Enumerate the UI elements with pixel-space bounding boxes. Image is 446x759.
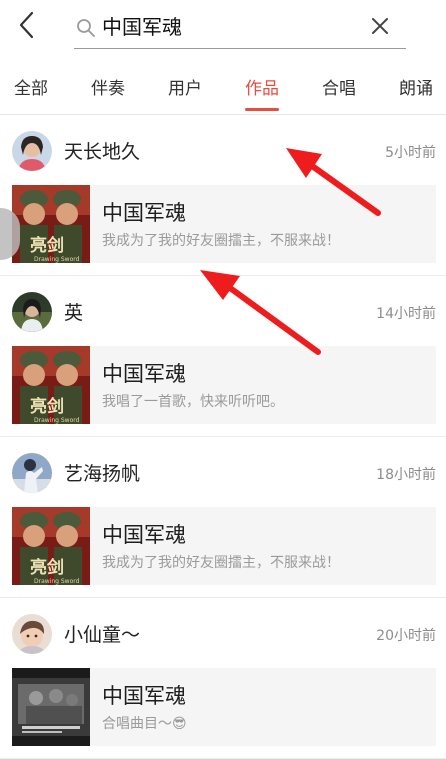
list-item[interactable]: 英 14小时前 亮剑 Drawing Sword 中国军魂 我唱了一首歌，快来听… [0, 276, 446, 437]
close-icon[interactable] [368, 14, 392, 38]
user-name[interactable]: 英 [64, 300, 83, 326]
tab-users[interactable]: 用户 [168, 64, 202, 114]
user-name[interactable]: 天长地久 [64, 139, 140, 165]
song-description: 合唱曲目～😎 [102, 716, 187, 732]
avatar[interactable] [12, 292, 52, 332]
timestamp: 20小时前 [376, 628, 436, 644]
work-card[interactable]: 亮剑 Drawing Sword 中国军魂 我成为了我的好友圈擂主，不服来战！ [12, 507, 436, 585]
svg-text:Drawing Sword: Drawing Sword [34, 578, 80, 585]
timestamp: 5小时前 [385, 145, 436, 161]
timestamp: 14小时前 [376, 306, 436, 322]
song-cover-image: 亮剑 Drawing Sword [12, 507, 90, 585]
song-cover-image: 亮剑 Drawing Sword [12, 346, 90, 424]
song-title: 中国军魂 [102, 684, 186, 708]
svg-text:亮剑: 亮剑 [30, 235, 64, 256]
list-item[interactable]: 小仙童～ 20小时前 中国军魂 合唱曲目～😎 [0, 598, 446, 759]
avatar[interactable] [12, 131, 52, 171]
list-item[interactable]: 艺海扬帆 18小时前 亮剑 Drawing Sword 中国军魂 我成为了我的好… [0, 437, 446, 598]
user-name[interactable]: 艺海扬帆 [64, 461, 140, 487]
svg-text:Drawing Sword: Drawing Sword [34, 256, 80, 263]
svg-text:亮剑: 亮剑 [30, 396, 64, 417]
work-card[interactable]: 亮剑 Drawing Sword 中国军魂 我成为了我的好友圈擂主，不服来战！ [12, 185, 436, 263]
work-card[interactable]: 亮剑 Drawing Sword 中国军魂 我唱了一首歌，快来听听吧。 [12, 346, 436, 424]
back-button[interactable] [14, 10, 42, 40]
song-description: 我成为了我的好友圈擂主，不服来战！ [102, 555, 340, 571]
active-tab-indicator [245, 108, 279, 111]
song-description: 我唱了一首歌，快来听听吧。 [102, 394, 284, 410]
search-icon [77, 19, 95, 37]
song-description: 我成为了我的好友圈擂主，不服来战！ [102, 233, 340, 249]
tab-all[interactable]: 全部 [14, 64, 48, 114]
user-name[interactable]: 小仙童～ [64, 622, 140, 648]
tab-recitation[interactable]: 朗诵 [399, 64, 433, 114]
top-bar: 中国军魂 [0, 0, 446, 64]
work-card[interactable]: 中国军魂 合唱曲目～😎 [12, 668, 436, 746]
song-title: 中国军魂 [102, 362, 186, 386]
list-item[interactable]: 天长地久 5小时前 亮剑 Drawing Sword 中国军魂 我成为了我的好友… [0, 115, 446, 276]
search-field[interactable]: 中国军魂 [74, 8, 406, 49]
song-title: 中国军魂 [102, 201, 186, 225]
svg-text:亮剑: 亮剑 [30, 557, 64, 578]
song-cover-image [12, 668, 90, 746]
song-cover-image: 亮剑 Drawing Sword [12, 185, 90, 263]
chevron-left-icon [19, 11, 34, 39]
svg-text:Drawing Sword: Drawing Sword [34, 417, 80, 424]
tab-works[interactable]: 作品 [245, 64, 279, 114]
avatar[interactable] [12, 453, 52, 493]
tab-works-label: 作品 [245, 79, 279, 99]
timestamp: 18小时前 [376, 467, 436, 483]
category-tabs: 全部 伴奏 用户 作品 合唱 朗诵 [0, 64, 446, 115]
tab-accompaniment[interactable]: 伴奏 [91, 64, 125, 114]
tab-chorus[interactable]: 合唱 [322, 64, 356, 114]
avatar[interactable] [12, 614, 52, 654]
search-input[interactable]: 中国军魂 [102, 14, 182, 40]
song-title: 中国军魂 [102, 523, 186, 547]
